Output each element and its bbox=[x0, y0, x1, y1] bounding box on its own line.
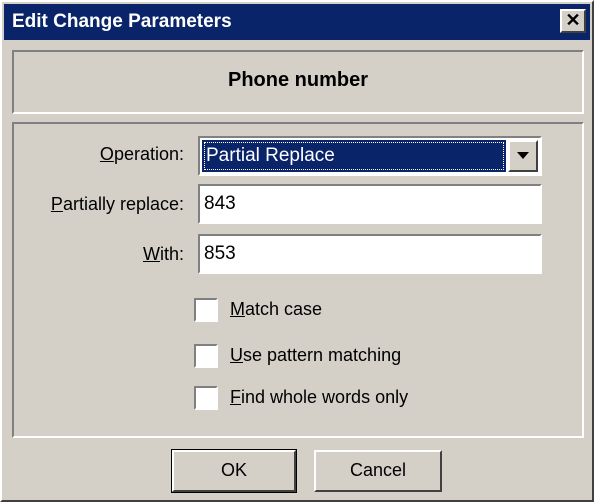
operation-dropdown[interactable]: Partial Replace bbox=[198, 136, 542, 176]
partially-replace-label: Partially replace: bbox=[51, 194, 184, 215]
use-pattern-matching-text: se pattern matching bbox=[243, 345, 402, 365]
use-pattern-matching-label[interactable]: Use pattern matching bbox=[230, 345, 401, 366]
use-pattern-matching-checkbox[interactable] bbox=[194, 344, 218, 368]
use-pattern-matching-accel: U bbox=[230, 345, 243, 365]
title-bar[interactable]: Edit Change Parameters ✕ bbox=[4, 4, 590, 40]
ok-button[interactable]: OK bbox=[171, 449, 297, 493]
match-case-label[interactable]: Match case bbox=[230, 299, 322, 320]
chevron-down-icon[interactable] bbox=[508, 140, 538, 172]
dialog-title: Edit Change Parameters bbox=[12, 11, 232, 32]
find-whole-words-text: ind whole words only bbox=[241, 387, 409, 407]
with-label-accel: W bbox=[142, 244, 160, 264]
with-label: With: bbox=[143, 244, 184, 265]
with-label-text: ith: bbox=[159, 244, 184, 264]
with-value: 853 bbox=[204, 243, 236, 264]
edit-change-parameters-dialog: Edit Change Parameters ✕ Phone number Op… bbox=[0, 0, 594, 502]
find-whole-words-label[interactable]: Find whole words only bbox=[230, 387, 408, 408]
partially-replace-input[interactable]: 843 bbox=[198, 184, 542, 224]
operation-label-accel: O bbox=[99, 144, 114, 164]
operation-selected-value[interactable]: Partial Replace bbox=[202, 140, 506, 172]
partially-replace-label-accel: P bbox=[50, 194, 63, 214]
close-button[interactable]: ✕ bbox=[560, 9, 586, 33]
match-case-accel: M bbox=[230, 299, 245, 319]
partially-replace-label-text: artially replace: bbox=[62, 194, 184, 214]
match-case-checkbox[interactable] bbox=[194, 298, 218, 322]
parameters-panel: Operation: Partial Replace Partially rep… bbox=[12, 122, 584, 438]
partially-replace-value: 843 bbox=[204, 193, 236, 214]
match-case-text: atch case bbox=[245, 299, 323, 319]
find-whole-words-checkbox[interactable] bbox=[194, 386, 218, 410]
cancel-button[interactable]: Cancel bbox=[314, 450, 442, 492]
close-icon: ✕ bbox=[565, 10, 581, 30]
operation-label-text: peration: bbox=[113, 144, 184, 164]
operation-label: Operation: bbox=[100, 144, 184, 165]
record-header-panel: Phone number bbox=[12, 50, 584, 114]
record-title: Phone number bbox=[227, 69, 368, 91]
with-input[interactable]: 853 bbox=[198, 234, 542, 274]
find-whole-words-accel: F bbox=[230, 387, 241, 407]
